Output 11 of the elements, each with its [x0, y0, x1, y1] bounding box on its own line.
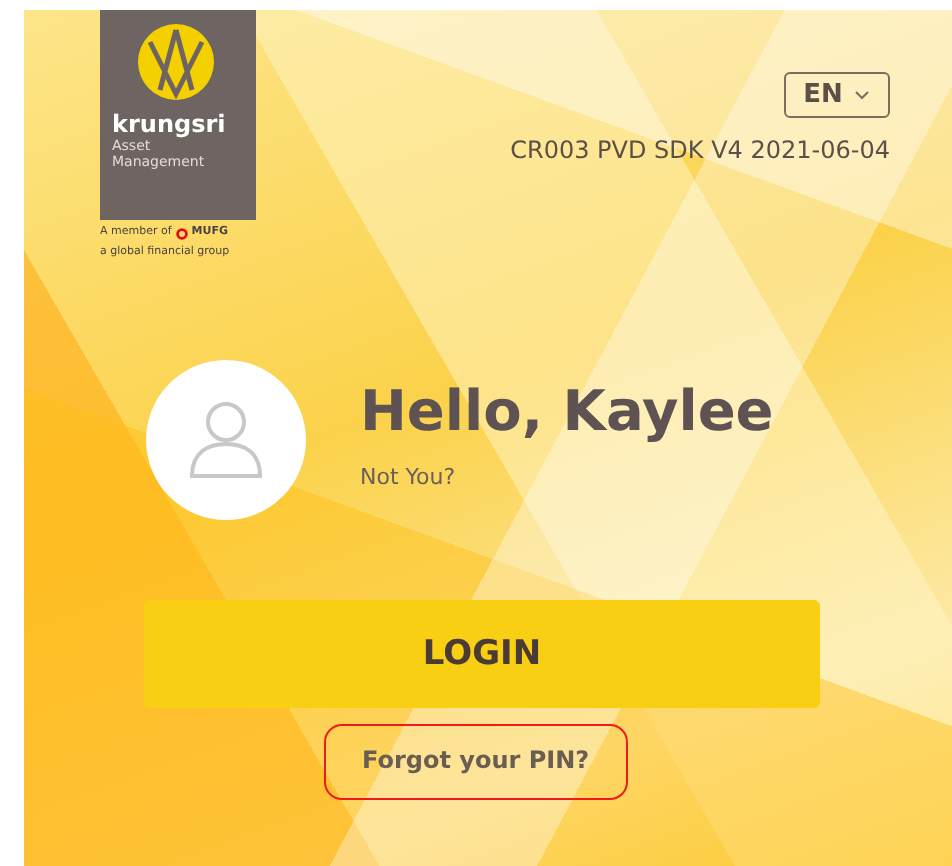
logo-name: krungsri — [112, 110, 226, 138]
flower-logo-icon — [136, 22, 216, 102]
forgot-pin-link[interactable]: Forgot your PIN? — [324, 724, 628, 800]
login-button[interactable]: LOGIN — [144, 600, 820, 708]
not-you-link[interactable]: Not You? — [360, 464, 774, 490]
version-text: CR003 PVD SDK V4 2021-06-04 — [510, 136, 890, 164]
greeting-title: Hello, Kaylee — [360, 378, 774, 444]
user-icon — [188, 400, 264, 480]
chevron-down-icon — [854, 90, 871, 100]
language-select[interactable]: EN — [784, 72, 890, 118]
ring-icon — [175, 227, 188, 239]
